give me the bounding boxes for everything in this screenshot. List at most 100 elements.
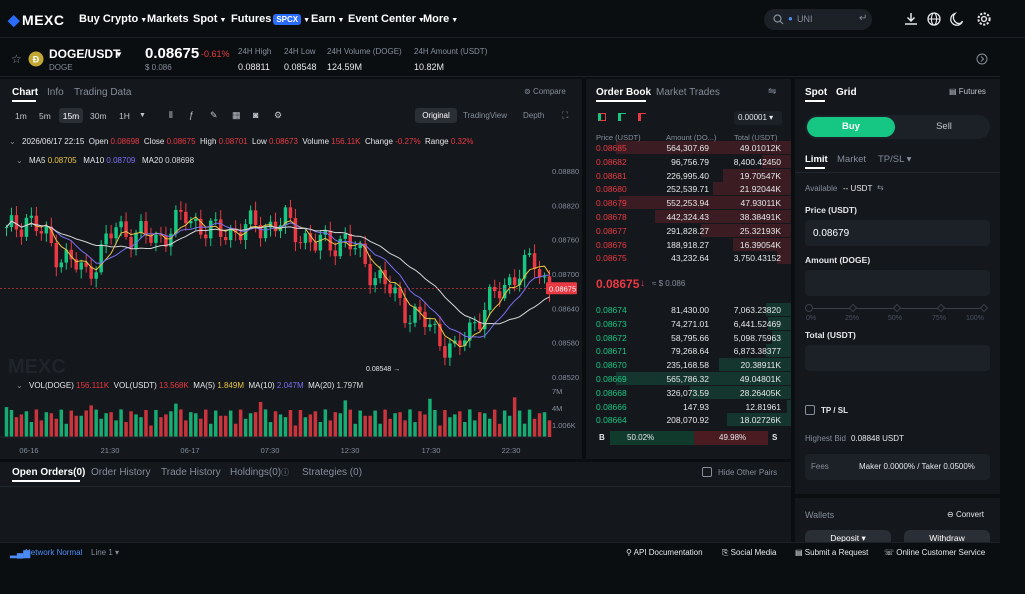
customer-service-link[interactable]: ☏ Online Customer Service xyxy=(884,548,985,557)
chart-settings-icon[interactable]: ⚙ xyxy=(274,110,282,121)
interval-5m[interactable]: 5m xyxy=(39,111,51,121)
futures-link[interactable]: ▤ Futures xyxy=(949,87,986,96)
buy-button[interactable]: Buy xyxy=(807,117,895,137)
collapse-vol-icon[interactable]: ⌄ xyxy=(16,381,23,390)
ask-row[interactable]: 0.08678 442,324.43 38.38491K xyxy=(586,210,791,224)
volume-bar xyxy=(179,409,183,437)
download-icon[interactable] xyxy=(903,11,919,27)
nav-futures[interactable]: Futures SPCX ▼ xyxy=(231,13,310,25)
amount-input[interactable] xyxy=(805,270,990,296)
nav-spot[interactable]: Spot ▼ xyxy=(193,13,226,25)
transfer-icon[interactable]: ⇆ xyxy=(877,183,884,192)
order-type-limit[interactable]: Limit xyxy=(805,154,828,165)
sell-button[interactable]: Sell xyxy=(900,117,988,137)
tab-strategies[interactable]: Strategies (0) xyxy=(302,467,362,478)
compare-button[interactable]: ⊚ Compare xyxy=(524,87,566,96)
ask-row[interactable]: 0.08676 188,918.27 16.39054K xyxy=(586,237,791,252)
pair-dropdown-icon[interactable]: ▼ xyxy=(115,50,123,59)
nav-earn[interactable]: Earn ▼ xyxy=(311,13,344,25)
bid-row[interactable]: 0.08673 74,271.01 6,441.52469 xyxy=(586,316,791,331)
interval-30m[interactable]: 30m xyxy=(90,111,107,121)
slider-mark-50[interactable] xyxy=(892,303,902,313)
tab-order-history[interactable]: Order History xyxy=(91,467,150,478)
price-input[interactable]: 0.08679 xyxy=(805,220,990,246)
submit-request-link[interactable]: ▤ Submit a Request xyxy=(795,548,868,557)
nav-markets[interactable]: Markets xyxy=(147,13,189,25)
tpsl-checkbox[interactable] xyxy=(805,405,815,415)
slider-mark-75[interactable] xyxy=(936,303,946,313)
withdraw-button[interactable]: Withdraw xyxy=(904,530,990,542)
bid-row[interactable]: 0.08671 79,268.64 6,873.38377 xyxy=(586,344,791,358)
view-tradingview[interactable]: TradingView xyxy=(463,111,507,120)
fullscreen-icon[interactable]: ⛶ xyxy=(562,110,568,121)
nav-buy-crypto[interactable]: Buy Crypto ▼ xyxy=(79,13,147,25)
nav-more[interactable]: More ▼ xyxy=(423,13,458,25)
mexc-logo[interactable]: ◆ MEXC xyxy=(8,11,65,29)
slider-handle[interactable] xyxy=(805,304,813,312)
order-type-tpsl[interactable]: TP/SL ▾ xyxy=(878,154,911,165)
tab-trade-history[interactable]: Trade History xyxy=(161,467,221,478)
interval-15m[interactable]: 15m xyxy=(59,108,83,123)
collapse-icon[interactable] xyxy=(976,53,988,65)
tab-info[interactable]: Info xyxy=(47,87,64,98)
favorite-star-icon[interactable]: ☆ xyxy=(11,52,22,66)
bid-row[interactable]: 0.08668 326,073.59 28.26405K xyxy=(586,385,791,400)
compare-label: Compare xyxy=(532,87,566,96)
bid-row[interactable]: 0.08670 235,168.58 20.38911K xyxy=(586,358,791,372)
settings-icon[interactable] xyxy=(976,11,992,27)
candle-body xyxy=(532,253,537,270)
view-original[interactable]: Original xyxy=(415,108,457,123)
total-input[interactable] xyxy=(805,345,990,371)
screenshot-icon[interactable]: ◙ xyxy=(253,110,258,120)
slider-mark-100[interactable] xyxy=(979,303,989,313)
ask-row[interactable]: 0.08679 552,253.94 47.93011K xyxy=(586,196,791,210)
order-type-market[interactable]: Market xyxy=(837,154,866,165)
ask-row[interactable]: 0.08682 96,756.79 8,400.42450 xyxy=(586,154,791,169)
layout-icon[interactable]: ▦ xyxy=(232,110,241,121)
bid-row[interactable]: 0.08672 58,795.66 5,098.75963 xyxy=(586,330,791,345)
bid-row[interactable]: 0.08664 208,070.92 18.02726K xyxy=(586,413,791,427)
candle-type-icon[interactable]: ⫴ xyxy=(169,110,173,121)
hide-other-pairs-checkbox[interactable] xyxy=(702,467,712,477)
indicator-icon[interactable]: ƒ xyxy=(189,110,194,120)
globe-icon[interactable] xyxy=(926,11,942,27)
tab-holdings[interactable]: Holdings(0)ⓘ xyxy=(230,467,289,478)
api-documentation-link[interactable]: ⚲ API Documentation xyxy=(626,548,703,557)
tab-market-trades[interactable]: Market Trades xyxy=(656,87,720,98)
pair-name[interactable]: DOGE/USDT xyxy=(49,47,120,61)
interval-1h[interactable]: 1H xyxy=(119,111,130,121)
draw-icon[interactable]: ✎ xyxy=(210,110,218,121)
view-depth[interactable]: Depth xyxy=(523,111,544,120)
ask-row[interactable]: 0.08680 252,539.71 21.92044K xyxy=(586,182,791,196)
interval-1m[interactable]: 1m xyxy=(15,111,27,121)
y-tick-label: 0.08520 xyxy=(552,373,579,382)
precision-select[interactable]: 0.00001 ▾ xyxy=(734,111,782,125)
bid-row[interactable]: 0.08674 81,430.00 7,063.23820 xyxy=(586,303,791,317)
slider-mark-25[interactable] xyxy=(848,303,858,313)
deposit-button[interactable]: Deposit ▾ xyxy=(805,530,891,542)
line-select[interactable]: Line 1 ▾ xyxy=(91,548,119,557)
bid-row[interactable]: 0.08666 147.93 12.81961 xyxy=(586,399,791,414)
tab-chart[interactable]: Chart xyxy=(12,87,38,98)
ask-row[interactable]: 0.08675 43,232.64 3,750.43152 xyxy=(586,251,791,265)
view-asks-icon[interactable] xyxy=(638,113,646,121)
ask-row[interactable]: 0.08681 226,995.40 19.70547K xyxy=(586,168,791,183)
ask-row[interactable]: 0.08685 564,307.69 49.01012K xyxy=(586,141,791,155)
convert-link[interactable]: ⊖ Convert xyxy=(947,510,984,519)
nav-event-center[interactable]: Event Center ▼ xyxy=(348,13,425,25)
orderbook-settings-icon[interactable]: ⇋ xyxy=(768,86,776,97)
tab-order-book[interactable]: Order Book xyxy=(596,87,651,98)
tab-spot[interactable]: Spot xyxy=(805,87,827,98)
search-input[interactable]: ● UNI ↵ xyxy=(764,9,872,30)
tab-open-orders[interactable]: Open Orders(0) xyxy=(12,467,85,478)
view-both-icon[interactable] xyxy=(598,113,606,121)
bid-row[interactable]: 0.08669 565,786.32 49.04801K xyxy=(586,372,791,386)
tab-grid[interactable]: Grid xyxy=(836,87,857,98)
social-media-link[interactable]: ⎘ Social Media xyxy=(722,548,776,558)
view-bids-icon[interactable] xyxy=(618,113,626,121)
ask-row[interactable]: 0.08677 291,828.27 25.32193K xyxy=(586,223,791,238)
interval-dropdown-icon[interactable]: ▼ xyxy=(139,112,146,119)
dark-mode-icon[interactable] xyxy=(949,11,965,27)
tab-trading-data[interactable]: Trading Data xyxy=(74,87,131,98)
price-chart[interactable]: 0.08880 0.08820 0.08760 0.08700 0.08640 0.085… xyxy=(0,141,582,459)
